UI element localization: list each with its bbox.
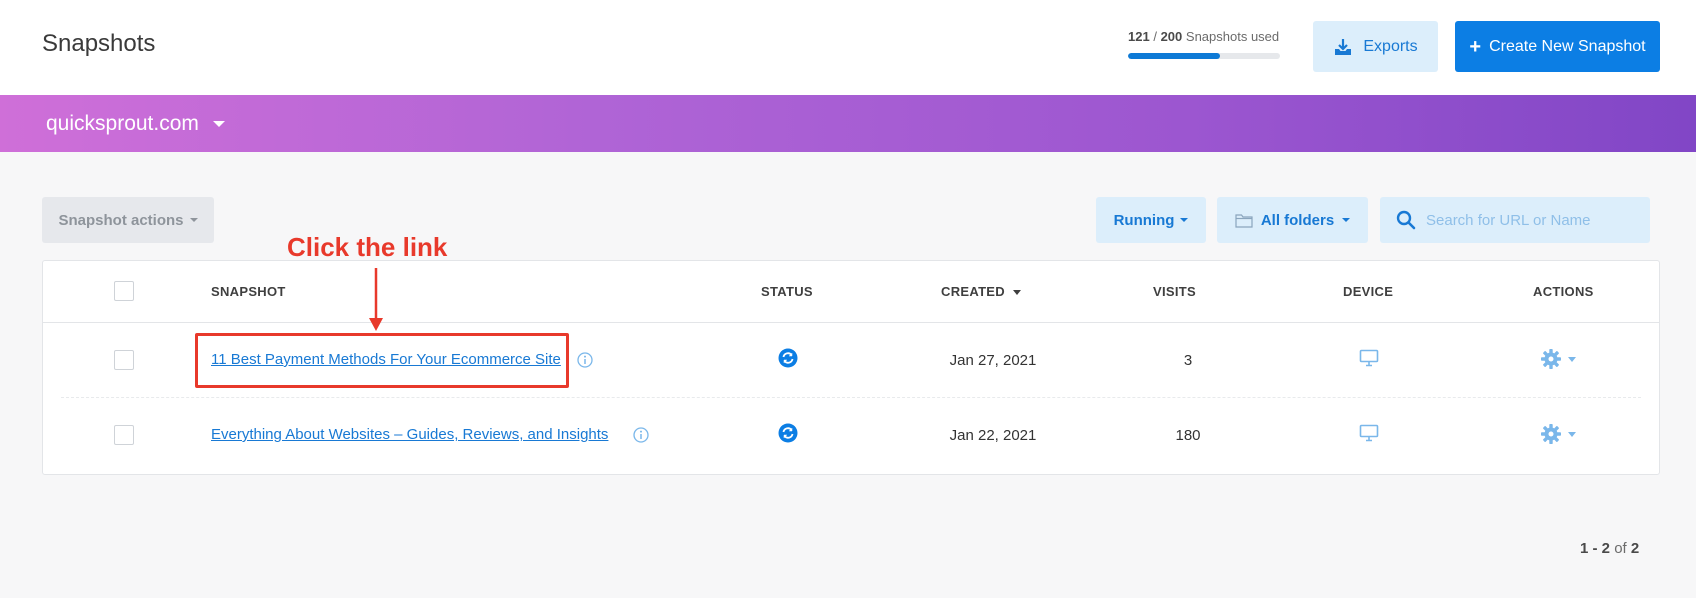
- pagination-range: 1 - 2: [1580, 540, 1611, 557]
- chevron-down-icon: [189, 218, 198, 222]
- info-icon[interactable]: [577, 352, 593, 368]
- usage-used: 121: [1128, 29, 1150, 44]
- sort-down-icon: [1012, 290, 1021, 296]
- column-header-created[interactable]: CREATED: [941, 284, 1021, 299]
- desktop-icon: [1359, 349, 1379, 367]
- created-date: Jan 22, 2021: [949, 427, 1037, 444]
- create-new-snapshot-button[interactable]: + Create New Snapshot: [1455, 21, 1660, 72]
- pagination-total: 2: [1630, 540, 1640, 557]
- refresh-icon: [778, 348, 798, 368]
- snapshot-link[interactable]: Everything About Websites – Guides, Revi…: [211, 426, 608, 443]
- gear-icon: [1541, 424, 1561, 444]
- visits-count: 3: [1183, 352, 1193, 369]
- created-label: CREATED: [941, 284, 1005, 299]
- chevron-down-icon: [1180, 218, 1189, 222]
- page-title: Snapshots: [42, 30, 156, 57]
- annotation-label: Click the link: [287, 232, 448, 262]
- search-input[interactable]: [1426, 211, 1636, 229]
- info-icon[interactable]: [633, 427, 649, 443]
- usage-total: 200: [1160, 29, 1183, 44]
- pagination-of: of: [1614, 540, 1627, 557]
- exports-button[interactable]: Exports: [1313, 21, 1438, 72]
- snapshot-usage: 121 / 200 Snapshots used: [1128, 29, 1280, 59]
- table-header: SNAPSHOT STATUS CREATED VISITS DEVICE AC…: [43, 261, 1659, 323]
- row-checkbox[interactable]: [114, 350, 134, 370]
- create-label: Create New Snapshot: [1489, 37, 1646, 55]
- usage-text: 121 / 200 Snapshots used: [1128, 29, 1280, 44]
- visits-count: 180: [1175, 427, 1201, 444]
- column-header-snapshot[interactable]: SNAPSHOT: [211, 284, 286, 299]
- snapshot-actions-label: Snapshot actions: [58, 211, 184, 229]
- download-tray-icon: [1335, 38, 1352, 55]
- page-header: Snapshots 121 / 200 Snapshots used Expor…: [0, 0, 1696, 95]
- running-filter-button[interactable]: Running: [1096, 197, 1206, 243]
- chevron-down-icon: [1342, 218, 1351, 222]
- row-actions-menu[interactable]: [1540, 348, 1576, 370]
- table-row: Everything About Websites – Guides, Revi…: [43, 398, 1659, 473]
- all-folders-label: All folders: [1260, 211, 1335, 229]
- column-header-visits[interactable]: VISITS: [1153, 284, 1196, 299]
- created-date: Jan 27, 2021: [949, 352, 1037, 369]
- folder-icon: [1235, 213, 1253, 228]
- select-all-checkbox[interactable]: [114, 281, 134, 301]
- usage-progress-fill: [1128, 53, 1220, 59]
- all-folders-button[interactable]: All folders: [1217, 197, 1368, 243]
- site-name: quicksprout.com: [46, 112, 199, 135]
- column-header-actions: ACTIONS: [1533, 284, 1594, 299]
- running-label: Running: [1113, 211, 1175, 229]
- annotation-highlight-box: [195, 333, 569, 388]
- search-box: [1380, 197, 1650, 243]
- exports-label: Exports: [1363, 37, 1418, 55]
- usage-progress-bar: [1128, 53, 1280, 59]
- column-header-status[interactable]: STATUS: [761, 284, 813, 299]
- pagination-summary: 1 - 2 of 2: [1580, 540, 1639, 557]
- gear-icon: [1541, 349, 1561, 369]
- chevron-down-icon: [1568, 356, 1576, 362]
- row-actions-menu[interactable]: [1540, 423, 1576, 445]
- snapshot-actions-button[interactable]: Snapshot actions: [42, 197, 214, 243]
- search-icon: [1396, 210, 1416, 230]
- refresh-icon: [778, 423, 798, 443]
- row-checkbox[interactable]: [114, 425, 134, 445]
- plus-icon: +: [1469, 35, 1482, 58]
- desktop-icon: [1359, 424, 1379, 442]
- chevron-down-icon: [212, 121, 225, 127]
- column-header-device[interactable]: DEVICE: [1343, 284, 1393, 299]
- annotation-arrow-icon: [369, 268, 383, 331]
- chevron-down-icon: [1568, 431, 1576, 437]
- site-bar: quicksprout.com: [0, 95, 1696, 152]
- site-selector[interactable]: quicksprout.com: [46, 112, 225, 136]
- usage-suffix: Snapshots used: [1185, 29, 1280, 44]
